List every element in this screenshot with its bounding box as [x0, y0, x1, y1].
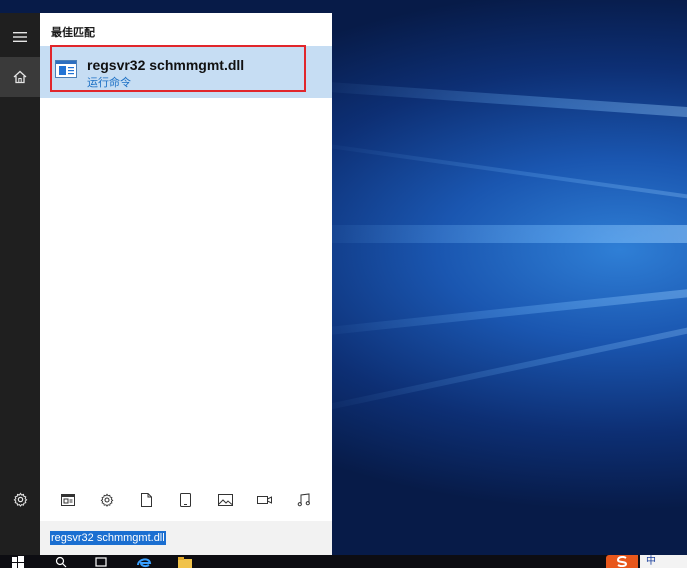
light-beam — [300, 225, 687, 243]
red-highlight-box — [50, 45, 306, 92]
windows-start-icon[interactable] — [12, 556, 24, 568]
app-window-icon — [60, 494, 75, 506]
documents-filter-button[interactable] — [135, 488, 159, 512]
document-icon — [141, 493, 153, 507]
video-icon — [257, 496, 273, 504]
search-pane: 最佳匹配 regsvr32 schmmgmt.dll 运行命令 regsvr32… — [40, 13, 332, 555]
photos-filter-button[interactable] — [213, 488, 237, 512]
settings-button[interactable] — [0, 479, 40, 519]
search-filter-bar — [40, 483, 332, 517]
start-rail — [0, 13, 40, 555]
videos-filter-button[interactable] — [253, 488, 277, 512]
taskbar: 中 — [0, 555, 687, 568]
home-icon — [13, 70, 27, 84]
music-filter-button[interactable] — [292, 488, 316, 512]
photo-icon — [217, 494, 233, 506]
file-explorer-icon[interactable] — [178, 556, 192, 568]
tablet-icon — [180, 493, 192, 507]
best-match-heading: 最佳匹配 — [51, 27, 95, 39]
search-icon[interactable] — [55, 556, 67, 568]
light-beam — [299, 80, 687, 127]
ime-language-indicator[interactable]: 中 — [640, 555, 687, 568]
search-query-text: regsvr32 schmmgmt.dll — [50, 531, 166, 545]
gear-icon — [13, 492, 27, 507]
home-button[interactable] — [0, 57, 40, 97]
light-beam — [299, 301, 687, 416]
hamburger-menu-button[interactable] — [0, 17, 40, 57]
settings-filter-button[interactable] — [95, 488, 119, 512]
search-box[interactable]: regsvr32 schmmgmt.dll — [40, 521, 332, 555]
light-beam — [299, 275, 687, 338]
apps-filter-button[interactable] — [56, 488, 80, 512]
task-view-icon[interactable] — [95, 556, 107, 568]
ime-logo-icon — [616, 556, 628, 567]
music-icon — [297, 493, 311, 507]
hamburger-icon — [13, 32, 27, 42]
edge-browser-icon[interactable] — [136, 556, 152, 568]
light-beam — [299, 140, 687, 217]
ime-logo-badge[interactable] — [606, 555, 638, 568]
gear-icon — [100, 493, 114, 507]
tablet-filter-button[interactable] — [174, 488, 198, 512]
